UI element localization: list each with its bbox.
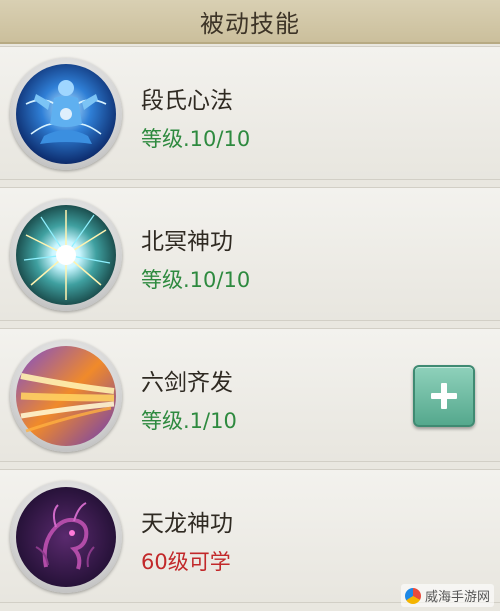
skill-row-liujian[interactable]: 六剑齐发 等级.1/10	[0, 328, 500, 462]
watermark: 威海手游网	[400, 584, 494, 607]
skill-icon-frame	[10, 199, 122, 311]
skill-row-beiming[interactable]: 北冥神功 等级.10/10	[0, 187, 500, 321]
skill-name: 北冥神功	[141, 229, 233, 255]
plus-icon	[441, 383, 447, 409]
watermark-text: 威海手游网	[424, 590, 490, 605]
sword-beams-icon	[16, 346, 116, 446]
energy-orb-icon	[16, 205, 116, 305]
skill-list: 段氏心法 等级.10/10 北冥神功 等级.10/10 六剑齐发 等级.1/10…	[0, 46, 500, 611]
dragon-icon	[16, 487, 116, 587]
panel-header: 被动技能	[0, 0, 500, 44]
site-logo-icon	[404, 587, 421, 604]
skill-unlock-requirement: 60级可学	[141, 550, 231, 574]
skill-icon-frame	[10, 340, 122, 452]
skill-name: 天龙神功	[141, 511, 233, 537]
skill-icon-frame	[10, 481, 122, 593]
skill-level: 等级.10/10	[141, 127, 251, 151]
meditating-monk-icon	[16, 64, 116, 164]
skill-level: 等级.10/10	[141, 268, 251, 292]
panel-title: 被动技能	[200, 9, 300, 38]
skill-level: 等级.1/10	[141, 409, 237, 433]
skill-icon-frame	[10, 58, 122, 170]
skill-name: 六剑齐发	[141, 370, 233, 396]
upgrade-skill-button[interactable]	[413, 365, 475, 427]
skill-row-duanshi[interactable]: 段氏心法 等级.10/10	[0, 46, 500, 180]
skill-row-tianlong[interactable]: 天龙神功 60级可学	[0, 469, 500, 603]
skill-name: 段氏心法	[141, 88, 233, 114]
